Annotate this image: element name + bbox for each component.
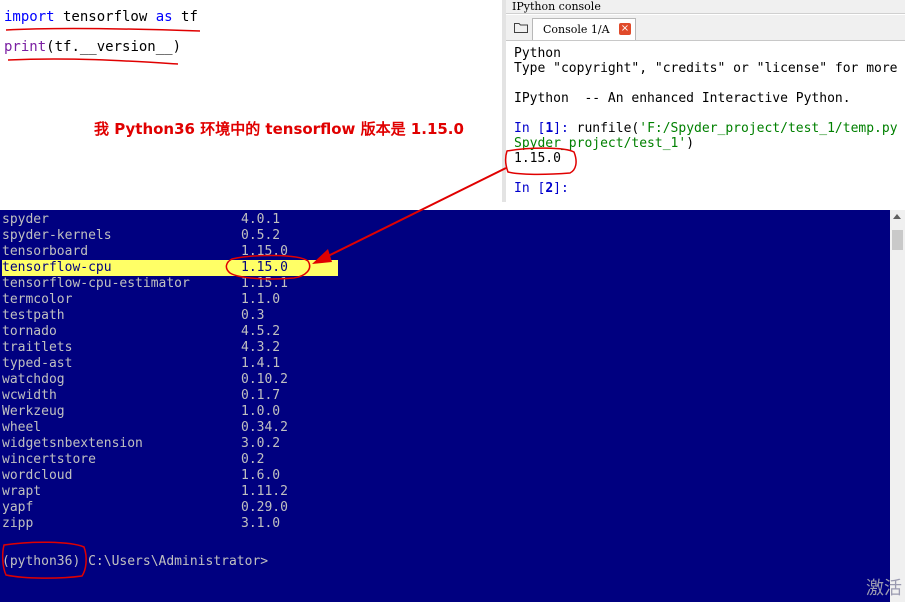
package-version: 0.2 xyxy=(241,452,265,467)
console-output-version: 1.15.0 xyxy=(514,151,561,166)
package-version: 4.5.2 xyxy=(241,324,281,339)
package-row: Werkzeug 1.0.0 xyxy=(2,404,338,420)
package-name: termcolor xyxy=(2,292,73,307)
activation-watermark: 激活 xyxy=(866,578,902,599)
package-row: tensorflow-cpu 1.15.0 xyxy=(2,260,338,276)
package-version: 0.3 xyxy=(241,308,265,323)
package-name: typed-ast xyxy=(2,356,73,371)
package-row: tensorboard 1.15.0 xyxy=(2,244,338,260)
console-output[interactable]: Python Type "copyright", "credits" or "l… xyxy=(514,44,905,202)
package-name: widgetsnbextension xyxy=(2,436,143,451)
package-version: 1.0.0 xyxy=(241,404,281,419)
package-version: 1.15.1 xyxy=(241,276,288,291)
package-version: 0.10.2 xyxy=(241,372,288,387)
package-row: widgetsnbextension 3.0.2 xyxy=(2,436,338,452)
package-version: 0.5.2 xyxy=(241,228,281,243)
terminal-scrollbar[interactable] xyxy=(890,210,905,602)
console-input-2[interactable]: In [2]: xyxy=(514,181,569,196)
package-name: zipp xyxy=(2,516,34,531)
scroll-thumb[interactable] xyxy=(892,230,903,250)
package-name: tensorboard xyxy=(2,244,89,259)
ipython-console-pane: IPython console Console 1/A × Python Typ… xyxy=(502,0,905,202)
package-name: wincertstore xyxy=(2,452,96,467)
package-name: wordcloud xyxy=(2,468,73,483)
tab-console-1a[interactable]: Console 1/A × xyxy=(532,18,636,40)
package-version: 0.1.7 xyxy=(241,388,281,403)
package-row: spyder-kernels 0.5.2 xyxy=(2,228,338,244)
package-name: spyder xyxy=(2,212,49,227)
package-name: wrapt xyxy=(2,484,42,499)
tab-label: Console 1/A xyxy=(543,23,610,36)
package-row: wordcloud 1.6.0 xyxy=(2,468,338,484)
keyword-as: as xyxy=(155,9,173,25)
package-row: tornado 4.5.2 xyxy=(2,324,338,340)
annotation-text: 我 Python36 环境中的 tensorflow 版本是 1.15.0 xyxy=(94,120,464,138)
package-row: zipp 3.1.0 xyxy=(2,516,338,532)
package-version: 4.3.2 xyxy=(241,340,281,355)
module-alias: tf xyxy=(172,9,198,25)
console-line: IPython -- An enhanced Interactive Pytho… xyxy=(514,91,851,106)
keyword-import: import xyxy=(4,9,55,25)
package-version: 4.0.1 xyxy=(241,212,281,227)
shell-prompt[interactable]: (python36) C:\Users\Administrator> xyxy=(2,554,268,569)
package-name: wcwidth xyxy=(2,388,57,403)
package-row: watchdog 0.10.2 xyxy=(2,372,338,388)
runfile-wdir: Spyder_project/test_1' xyxy=(514,136,687,151)
package-name: watchdog xyxy=(2,372,65,387)
package-row: typed-ast 1.4.1 xyxy=(2,356,338,372)
package-version: 1.4.1 xyxy=(241,356,281,371)
package-row: traitlets 4.3.2 xyxy=(2,340,338,356)
console-input-1-cont: Spyder_project/test_1') xyxy=(514,136,695,151)
code-line-import[interactable]: import tensorflow as tf xyxy=(4,9,198,25)
package-version: 1.11.2 xyxy=(241,484,288,499)
runfile-call: runfile( xyxy=(576,121,640,136)
runfile-path: 'F:/Spyder_project/test_1/temp.py xyxy=(639,121,898,136)
console-line: Type "copyright", "credits" or "license"… xyxy=(514,61,898,76)
package-version: 3.0.2 xyxy=(241,436,281,451)
package-version: 0.34.2 xyxy=(241,420,288,435)
code-editor[interactable]: import tensorflow as tf print(tf.__versi… xyxy=(0,0,502,202)
package-list: spyder 4.0.1 spyder-kernels 0.5.2 tensorboar… xyxy=(2,212,338,532)
console-line: Python xyxy=(514,46,561,61)
package-name: yapf xyxy=(2,500,34,515)
package-name: tornado xyxy=(2,324,57,339)
package-row: wincertstore 0.2 xyxy=(2,452,338,468)
scroll-up-icon[interactable] xyxy=(893,214,901,219)
console-pane-title: IPython console xyxy=(506,0,905,14)
package-name: tensorflow-cpu-estimator xyxy=(2,276,190,291)
terminal-body[interactable]: spyder 4.0.1 spyder-kernels 0.5.2 tensorboar… xyxy=(0,210,890,602)
package-row: yapf 0.29.0 xyxy=(2,500,338,516)
package-name: Werkzeug xyxy=(2,404,65,419)
console-tab-bar: Console 1/A × xyxy=(506,15,905,41)
package-version: 3.1.0 xyxy=(241,516,281,531)
input-prompt: In [1]: xyxy=(514,121,577,136)
package-name: traitlets xyxy=(2,340,73,355)
package-name: tensorflow-cpu xyxy=(2,260,112,275)
code-line-print[interactable]: print(tf.__version__) xyxy=(4,39,181,55)
close-icon[interactable]: × xyxy=(619,23,631,35)
package-name: wheel xyxy=(2,420,42,435)
package-row: termcolor 1.1.0 xyxy=(2,292,338,308)
browse-tabs-icon[interactable] xyxy=(514,22,528,33)
package-row: tensorflow-cpu-estimator 1.15.1 xyxy=(2,276,338,292)
module-name: tensorflow xyxy=(54,9,156,25)
terminal-window: spyder 4.0.1 spyder-kernels 0.5.2 tensorboar… xyxy=(0,202,905,602)
package-row: wheel 0.34.2 xyxy=(2,420,338,436)
package-version: 1.15.0 xyxy=(241,260,288,275)
package-version: 1.15.0 xyxy=(241,244,288,259)
package-row: spyder 4.0.1 xyxy=(2,212,338,228)
package-version: 1.1.0 xyxy=(241,292,281,307)
print-args: (tf.__version__) xyxy=(46,39,182,55)
console-input-1: In [1]: runfile('F:/Spyder_project/test_… xyxy=(514,121,898,136)
package-name: testpath xyxy=(2,308,65,323)
function-print: print xyxy=(4,39,47,55)
package-name: spyder-kernels xyxy=(2,228,112,243)
package-row: wrapt 1.11.2 xyxy=(2,484,338,500)
package-version: 1.6.0 xyxy=(241,468,281,483)
package-row: wcwidth 0.1.7 xyxy=(2,388,338,404)
package-version: 0.29.0 xyxy=(241,500,288,515)
input-prompt: In [2]: xyxy=(514,181,569,196)
package-row: testpath 0.3 xyxy=(2,308,338,324)
